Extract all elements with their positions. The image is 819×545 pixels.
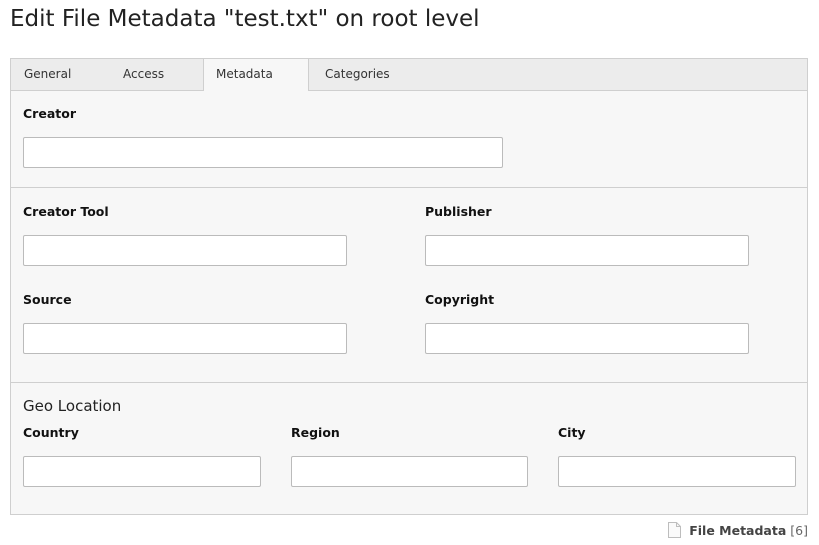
city-input[interactable]	[558, 456, 796, 487]
tab-bar: General Access Metadata Categories	[11, 59, 807, 91]
tab-access[interactable]: Access	[111, 59, 176, 90]
record-uid: [6]	[790, 522, 808, 538]
creator-tool-label: Creator Tool	[23, 204, 109, 219]
page-title: Edit File Metadata "test.txt" on root le…	[10, 6, 480, 32]
country-input[interactable]	[23, 456, 261, 487]
creator-tool-input[interactable]	[23, 235, 347, 266]
publisher-input[interactable]	[425, 235, 749, 266]
copyright-input[interactable]	[425, 323, 749, 354]
tab-metadata[interactable]: Metadata	[203, 59, 309, 91]
record-info: File Metadata [6]	[668, 521, 808, 539]
section-divider	[11, 187, 807, 188]
creator-input[interactable]	[23, 137, 503, 168]
tab-categories[interactable]: Categories	[313, 59, 402, 90]
geo-location-heading: Geo Location	[23, 397, 122, 415]
record-type-label: File Metadata	[689, 522, 787, 538]
country-label: Country	[23, 425, 79, 440]
source-input[interactable]	[23, 323, 347, 354]
region-input[interactable]	[291, 456, 528, 487]
document-icon	[668, 522, 682, 538]
city-label: City	[558, 425, 586, 440]
publisher-label: Publisher	[425, 204, 492, 219]
tab-general[interactable]: General	[12, 59, 83, 90]
creator-label: Creator	[23, 106, 76, 121]
region-label: Region	[291, 425, 340, 440]
copyright-label: Copyright	[425, 292, 495, 307]
edit-form-panel: General Access Metadata Categories Creat…	[10, 58, 808, 515]
source-label: Source	[23, 292, 72, 307]
section-divider	[11, 382, 807, 383]
